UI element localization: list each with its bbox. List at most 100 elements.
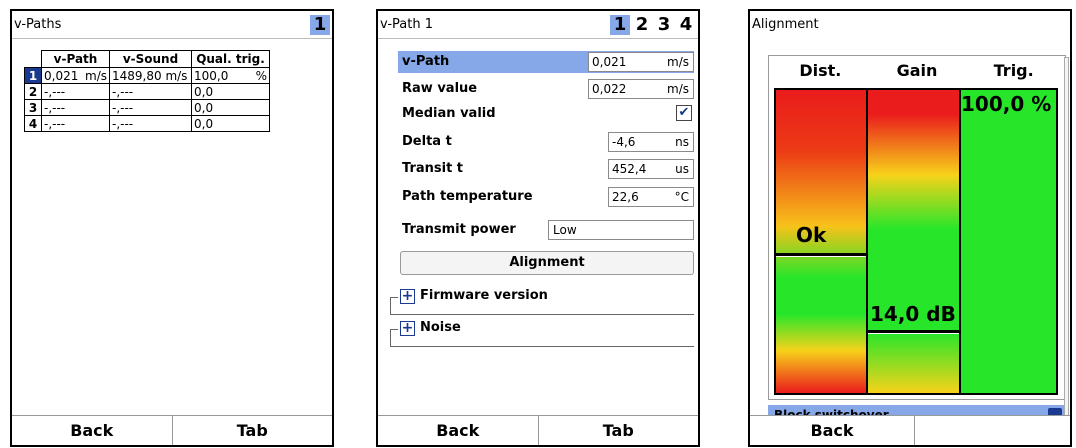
tab-button[interactable]: Tab (173, 416, 333, 445)
cell-qual-trig: 0,0 (191, 99, 270, 116)
param-row-delta-t[interactable]: Delta t -4,6 ns (398, 131, 694, 153)
param-row-raw-value[interactable]: Raw value 0,022 m/s (398, 78, 694, 100)
alignment-button[interactable]: Alignment (400, 251, 694, 275)
panel-title-bar: Alignment (750, 11, 1070, 39)
unit-text: m/s (667, 55, 689, 69)
tab-button[interactable]: Tab (539, 416, 699, 445)
row-number[interactable]: 2 (24, 83, 42, 100)
gain-level-marker (868, 330, 960, 334)
table-row[interactable]: 3 -,--- -,--- 0,0 (24, 99, 270, 116)
cell-v-sound: -,--- (109, 115, 192, 132)
param-row-transmit-power[interactable]: Transmit power Low (398, 219, 694, 241)
unit-text: % (255, 68, 267, 83)
table-row[interactable]: 2 -,--- -,--- 0,0 (24, 83, 270, 100)
back-button[interactable]: Back (750, 416, 915, 445)
panel-title: v-Paths (14, 17, 62, 32)
trig-column-header: Trig. (993, 61, 1034, 80)
gain-bar: 14,0 dB (866, 88, 962, 395)
param-label: Median valid (402, 106, 496, 121)
page-1-indicator[interactable]: 1 (310, 15, 330, 35)
cell-qual-trig: 0,0 (191, 115, 270, 132)
param-label: v-Path (402, 54, 450, 69)
cell-v-path: -,--- (41, 83, 110, 100)
group-line (390, 329, 398, 330)
trig-value: 100,0 % (961, 92, 1052, 116)
param-label: Raw value (402, 81, 478, 96)
v-path-detail-panel: v-Path 1 1 2 3 4 v-Path 0,021 m/s Raw val… (376, 9, 700, 447)
transit-t-value-field[interactable]: 452,4 us (608, 159, 694, 179)
row-number[interactable]: 4 (24, 115, 42, 132)
value-text: 0,022 (592, 82, 627, 96)
gain-value: 14,0 dB (870, 302, 956, 326)
expand-icon[interactable]: + (400, 321, 415, 336)
table-row[interactable]: 4 -,--- -,--- 0,0 (24, 115, 270, 132)
column-header-qual-trig: Qual. trig. (191, 50, 270, 68)
softkey-bar: Back Tab (12, 415, 332, 445)
value-text: 452,4 (612, 162, 647, 176)
dist-bar: Ok (774, 88, 870, 395)
param-row-v-path[interactable]: v-Path 0,021 m/s (398, 51, 694, 73)
value-text: 0,021 (44, 68, 79, 83)
page-3-indicator[interactable]: 3 (654, 15, 674, 35)
page-4-indicator[interactable]: 4 (676, 15, 696, 35)
group-label: Noise (420, 320, 461, 335)
table-header-row: v-Path v-Sound Qual. trig. (24, 50, 270, 68)
path-temperature-value-field[interactable]: 22,6 °C (608, 187, 694, 207)
group-line (390, 329, 391, 347)
dist-level-marker (776, 253, 868, 257)
column-headers: Dist. Gain Trig. (772, 56, 1062, 86)
delta-t-value-field[interactable]: -4,6 ns (608, 132, 694, 152)
param-label: Path temperature (402, 189, 533, 204)
transmit-power-select[interactable]: Low (548, 220, 694, 240)
group-line (390, 346, 694, 347)
unit-text: us (675, 162, 689, 176)
unit-text: m/s (85, 68, 107, 83)
value-text: 100,0 (194, 68, 229, 83)
raw-value-field[interactable]: 0,022 m/s (588, 79, 694, 99)
table-row[interactable]: 1 0,021 m/s 1489,80 m/s 100,0% (24, 67, 270, 84)
page-1-indicator[interactable]: 1 (610, 15, 630, 35)
softkey-bar: Back Tab (378, 415, 698, 445)
unit-text: m/s (667, 82, 689, 96)
value-text: 0,021 (592, 55, 627, 69)
column-header-v-path: v-Path (41, 50, 110, 68)
back-button[interactable]: Back (378, 416, 539, 445)
param-row-transit-t[interactable]: Transit t 452,4 us (398, 158, 694, 180)
unit-text: ns (675, 135, 689, 149)
cell-v-sound: -,--- (109, 83, 192, 100)
v-paths-table: v-Path v-Sound Qual. trig. 1 0,021 m/s 14… (24, 50, 270, 132)
group-line (390, 297, 391, 315)
group-line (390, 297, 398, 298)
value-text: -4,6 (612, 135, 636, 149)
firmware-version-group[interactable]: + Firmware version (390, 287, 694, 315)
alignment-panel: Alignment Dist. Gain Trig. Ok 14,0 dB 10… (748, 9, 1072, 447)
median-valid-checkbox[interactable]: ✔ (676, 105, 692, 121)
scrollbar[interactable] (1064, 57, 1069, 419)
param-label: Transit t (402, 161, 464, 176)
cell-v-path: -,--- (41, 115, 110, 132)
param-row-median-valid[interactable]: Median valid ✔ (398, 103, 694, 125)
dist-column-header: Dist. (799, 61, 842, 80)
param-row-path-temperature[interactable]: Path temperature 22,6 °C (398, 186, 694, 208)
cell-v-path: 0,021 m/s (41, 67, 110, 84)
group-line (390, 314, 694, 315)
row-number[interactable]: 1 (24, 67, 42, 84)
expand-icon[interactable]: + (400, 289, 415, 304)
panel-title: v-Path 1 (380, 17, 433, 32)
v-path-value-field[interactable]: 0,021 m/s (588, 52, 694, 72)
trig-bar: 100,0 % (959, 88, 1058, 395)
row-number[interactable]: 3 (24, 99, 42, 116)
column-header-v-sound: v-Sound (109, 50, 192, 68)
table-corner (24, 50, 42, 68)
cell-v-sound: 1489,80 m/s (109, 67, 192, 84)
cell-qual-trig: 100,0% (191, 67, 270, 84)
noise-group[interactable]: + Noise (390, 319, 694, 347)
empty-softkey[interactable] (915, 416, 1070, 445)
value-text: 22,6 (612, 190, 639, 204)
panel-title-bar: v-Paths 1 (12, 11, 332, 39)
page-2-indicator[interactable]: 2 (632, 15, 652, 35)
param-label: Transmit power (402, 222, 516, 237)
param-label: Delta t (402, 134, 452, 149)
unit-text: °C (674, 190, 689, 204)
back-button[interactable]: Back (12, 416, 173, 445)
